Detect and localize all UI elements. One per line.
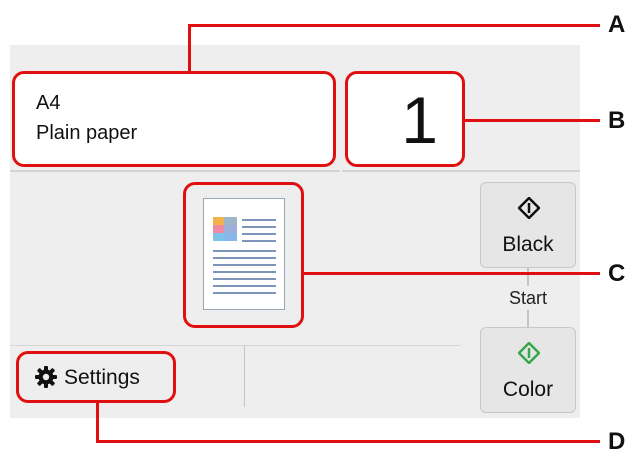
callout-label-b: B xyxy=(608,107,626,134)
color-start-button[interactable]: Color xyxy=(480,327,576,413)
black-button-label: Black xyxy=(502,233,554,256)
gear-icon xyxy=(35,366,57,388)
preview-text-line xyxy=(213,278,276,280)
callout-label-a: A xyxy=(608,11,626,38)
callout-line-b xyxy=(465,119,600,122)
paper-size-label: A4 xyxy=(36,92,61,114)
preview-text-line xyxy=(242,233,276,235)
preview-image-icon xyxy=(213,217,237,241)
preview-text-line xyxy=(242,240,276,242)
color-button-label: Color xyxy=(502,378,554,401)
preview-text-line xyxy=(213,264,276,266)
start-connector xyxy=(527,268,529,286)
preview-text-line xyxy=(213,292,276,294)
preview-text-line xyxy=(213,285,276,287)
settings-label: Settings xyxy=(64,366,140,389)
preview-text-line xyxy=(213,271,276,273)
preview-area[interactable] xyxy=(183,182,304,328)
divider xyxy=(342,170,580,172)
start-diamond-icon xyxy=(518,342,540,364)
paper-type-label: Plain paper xyxy=(36,122,138,144)
callout-line-d xyxy=(96,440,600,443)
preview-text-line xyxy=(242,226,276,228)
divider xyxy=(10,345,460,346)
document-preview-icon xyxy=(203,198,285,310)
start-diamond-icon xyxy=(518,197,540,219)
copies-area[interactable]: 1 xyxy=(345,71,465,167)
black-start-button[interactable]: Black xyxy=(480,182,576,268)
settings-button[interactable]: Settings xyxy=(16,351,176,403)
callout-line-c xyxy=(304,272,600,275)
callout-label-c: C xyxy=(608,260,626,287)
start-connector xyxy=(527,310,529,327)
divider xyxy=(10,170,340,172)
copies-count: 1 xyxy=(401,83,438,157)
preview-text-line xyxy=(213,250,276,252)
callout-line-a xyxy=(188,24,600,27)
start-label: Start xyxy=(508,288,547,308)
callout-line-a xyxy=(188,24,191,71)
preview-text-line xyxy=(213,257,276,259)
callout-label-d: D xyxy=(608,428,626,455)
divider xyxy=(244,345,245,407)
paper-settings-area[interactable]: A4 Plain paper xyxy=(12,71,336,167)
callout-line-d xyxy=(96,403,99,443)
preview-text-line xyxy=(242,219,276,221)
